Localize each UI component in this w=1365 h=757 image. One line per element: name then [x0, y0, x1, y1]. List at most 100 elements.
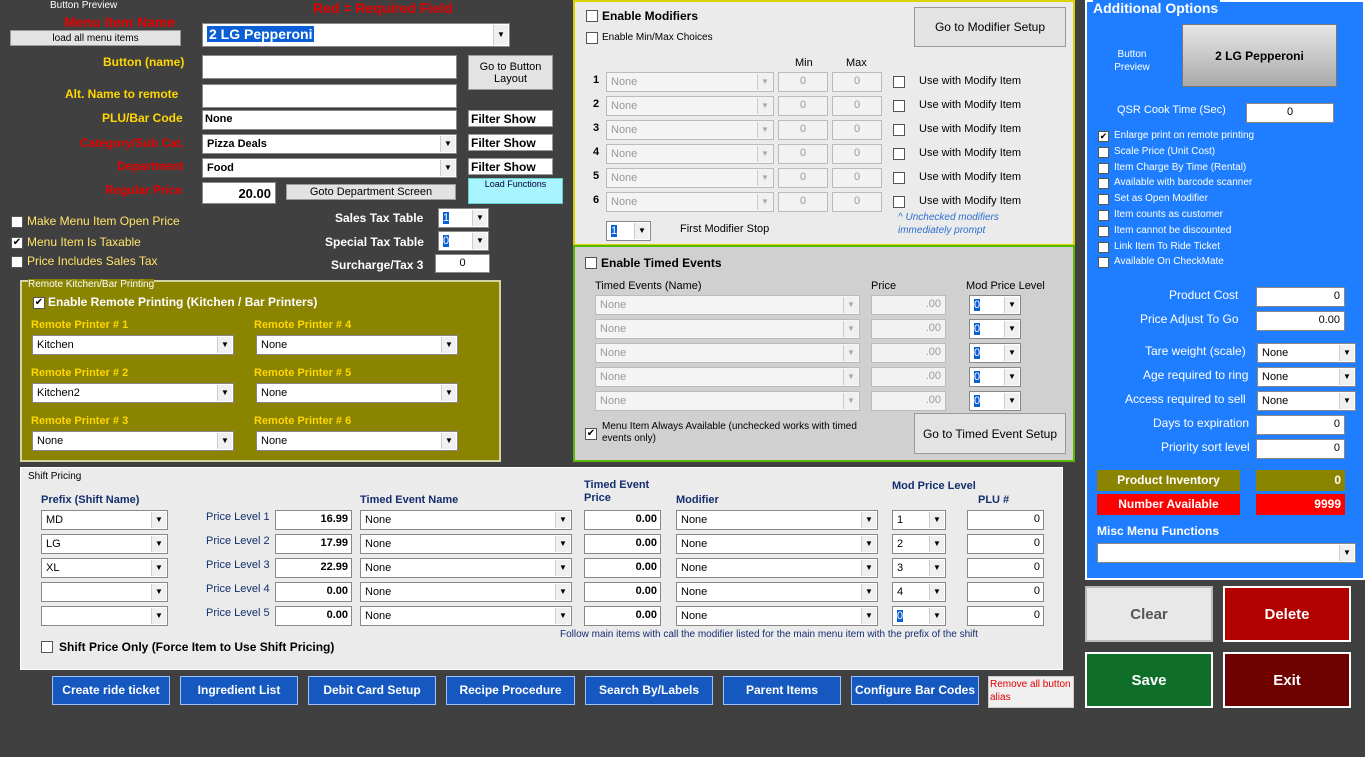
- alt-name-input[interactable]: [202, 84, 457, 108]
- always-available-checkbox[interactable]: ✔: [585, 428, 597, 440]
- chevron-down-icon[interactable]: ▼: [843, 297, 858, 313]
- chevron-down-icon[interactable]: ▼: [757, 122, 772, 138]
- shift-price-only-checkbox[interactable]: [41, 641, 53, 653]
- regular-price-input[interactable]: 20.00: [202, 182, 276, 204]
- shift-price-input[interactable]: 0.00: [275, 606, 352, 626]
- modifier-min-input[interactable]: 0: [778, 192, 828, 212]
- timed-event-select[interactable]: None ▼: [595, 295, 860, 315]
- modifier-max-input[interactable]: 0: [832, 192, 882, 212]
- timed-event-price-input[interactable]: .00: [871, 391, 946, 411]
- modifier-select[interactable]: None ▼: [606, 168, 774, 188]
- chevron-down-icon[interactable]: ▼: [861, 608, 876, 624]
- shift-mod-level-select[interactable]: 1 ▼: [892, 510, 946, 530]
- chevron-down-icon[interactable]: ▼: [757, 74, 772, 90]
- sales-tax-select[interactable]: 1 ▼: [438, 208, 489, 228]
- shift-mod-level-select[interactable]: 0 ▼: [892, 606, 946, 626]
- shift-timed-event-select[interactable]: None ▼: [360, 510, 572, 530]
- ingredient-list-button[interactable]: Ingredient List: [180, 676, 298, 705]
- chevron-down-icon[interactable]: ▼: [757, 170, 772, 186]
- debit-card-setup-button[interactable]: Debit Card Setup: [308, 676, 436, 705]
- additional-option-checkbox[interactable]: [1098, 162, 1109, 174]
- shift-modifier-select[interactable]: None ▼: [676, 558, 878, 578]
- shift-timed-event-select[interactable]: None ▼: [360, 606, 572, 626]
- modifier-max-input[interactable]: 0: [832, 144, 882, 164]
- department-select[interactable]: Food ▼: [202, 158, 457, 178]
- shift-modifier-select[interactable]: None ▼: [676, 534, 878, 554]
- shift-plu-input[interactable]: 0: [967, 582, 1044, 602]
- chevron-down-icon[interactable]: ▼: [217, 433, 232, 449]
- modifier-select[interactable]: None ▼: [606, 120, 774, 140]
- filter-show-category-button[interactable]: Filter Show: [468, 134, 553, 151]
- chevron-down-icon[interactable]: ▼: [861, 584, 876, 600]
- shift-mod-level-select[interactable]: 2 ▼: [892, 534, 946, 554]
- use-with-modify-item-checkbox[interactable]: [893, 76, 905, 88]
- chevron-down-icon[interactable]: ▼: [757, 98, 772, 114]
- shift-timed-price-input[interactable]: 0.00: [584, 510, 661, 530]
- use-with-modify-item-checkbox[interactable]: [893, 124, 905, 136]
- shift-timed-price-input[interactable]: 0.00: [584, 534, 661, 554]
- access-required-select[interactable]: None ▼: [1257, 391, 1356, 411]
- chevron-down-icon[interactable]: ▼: [440, 136, 455, 152]
- special-tax-select[interactable]: 0 ▼: [438, 231, 489, 251]
- shift-prefix-select[interactable]: LG ▼: [41, 534, 168, 554]
- chevron-down-icon[interactable]: ▼: [151, 608, 166, 624]
- additional-option-checkbox[interactable]: [1098, 178, 1109, 190]
- chevron-down-icon[interactable]: ▼: [861, 560, 876, 576]
- delete-button[interactable]: Delete: [1223, 586, 1351, 642]
- chevron-down-icon[interactable]: ▼: [929, 560, 944, 576]
- recipe-procedure-button[interactable]: Recipe Procedure: [446, 676, 575, 705]
- go-to-button-layout-button[interactable]: Go to Button Layout: [468, 55, 553, 90]
- open-price-checkbox[interactable]: [11, 216, 23, 228]
- load-functions-button[interactable]: Load Functions: [468, 178, 563, 204]
- use-with-modify-item-checkbox[interactable]: [893, 148, 905, 160]
- remote-printer-2-select[interactable]: Kitchen2 ▼: [32, 383, 234, 403]
- timed-event-price-input[interactable]: .00: [871, 343, 946, 363]
- chevron-down-icon[interactable]: ▼: [555, 512, 570, 528]
- chevron-down-icon[interactable]: ▼: [493, 25, 508, 45]
- modifier-select[interactable]: None ▼: [606, 144, 774, 164]
- timed-event-select[interactable]: None ▼: [595, 367, 860, 387]
- chevron-down-icon[interactable]: ▼: [843, 321, 858, 337]
- modifier-select[interactable]: None ▼: [606, 96, 774, 116]
- shift-mod-level-select[interactable]: 4 ▼: [892, 582, 946, 602]
- use-with-modify-item-checkbox[interactable]: [893, 172, 905, 184]
- chevron-down-icon[interactable]: ▼: [843, 345, 858, 361]
- timed-event-level-select[interactable]: 0 ▼: [969, 343, 1021, 363]
- first-modifier-stop-select[interactable]: 1 ▼: [606, 221, 651, 241]
- modifier-min-input[interactable]: 0: [778, 144, 828, 164]
- modifier-min-input[interactable]: 0: [778, 168, 828, 188]
- surcharge-input[interactable]: 0: [435, 254, 490, 273]
- filter-show-department-button[interactable]: Filter Show: [468, 158, 553, 175]
- remote-printer-1-select[interactable]: Kitchen ▼: [32, 335, 234, 355]
- chevron-down-icon[interactable]: ▼: [929, 536, 944, 552]
- shift-timed-event-select[interactable]: None ▼: [360, 582, 572, 602]
- modifier-min-input[interactable]: 0: [778, 72, 828, 92]
- enable-modifiers-checkbox[interactable]: [586, 10, 598, 22]
- shift-price-input[interactable]: 16.99: [275, 510, 352, 530]
- shift-mod-level-select[interactable]: 3 ▼: [892, 558, 946, 578]
- shift-prefix-select[interactable]: MD ▼: [41, 510, 168, 530]
- priority-sort-input[interactable]: 0: [1256, 439, 1345, 459]
- chevron-down-icon[interactable]: ▼: [441, 337, 456, 353]
- additional-option-checkbox[interactable]: [1098, 225, 1109, 237]
- chevron-down-icon[interactable]: ▼: [441, 433, 456, 449]
- button-name-input[interactable]: [202, 55, 457, 79]
- chevron-down-icon[interactable]: ▼: [555, 536, 570, 552]
- timed-event-select[interactable]: None ▼: [595, 343, 860, 363]
- parent-items-button[interactable]: Parent Items: [723, 676, 841, 705]
- remote-printer-3-select[interactable]: None ▼: [32, 431, 234, 451]
- shift-timed-price-input[interactable]: 0.00: [584, 558, 661, 578]
- modifier-max-input[interactable]: 0: [832, 72, 882, 92]
- use-with-modify-item-checkbox[interactable]: [893, 100, 905, 112]
- qsr-cook-time-input[interactable]: 0: [1246, 103, 1334, 123]
- chevron-down-icon[interactable]: ▼: [151, 512, 166, 528]
- chevron-down-icon[interactable]: ▼: [472, 233, 487, 249]
- category-select[interactable]: Pizza Deals ▼: [202, 134, 457, 154]
- modifier-select[interactable]: None ▼: [606, 72, 774, 92]
- timed-event-level-select[interactable]: 0 ▼: [969, 391, 1021, 411]
- chevron-down-icon[interactable]: ▼: [843, 393, 858, 409]
- additional-option-checkbox[interactable]: [1098, 210, 1109, 221]
- chevron-down-icon[interactable]: ▼: [1004, 393, 1019, 409]
- chevron-down-icon[interactable]: ▼: [555, 560, 570, 576]
- additional-option-checkbox[interactable]: [1098, 146, 1109, 158]
